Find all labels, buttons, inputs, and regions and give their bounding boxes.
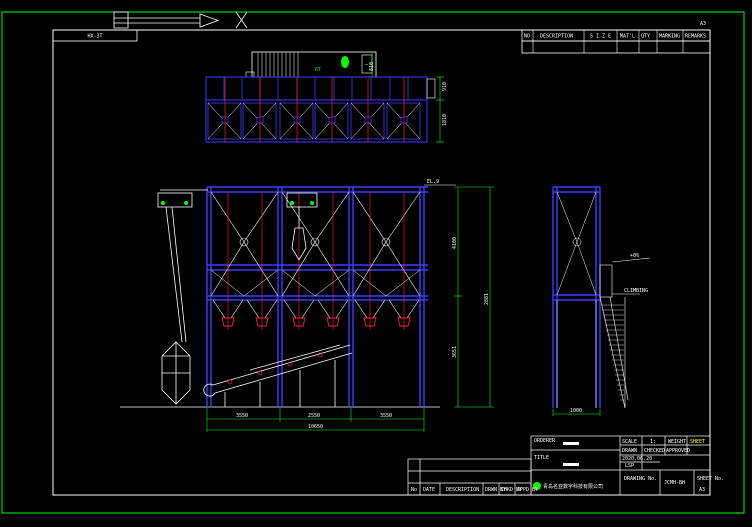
parts-col-marking: MARKING [659,34,680,40]
drawing-no-value: JCMH-BH [664,480,685,486]
bay-dim-2: 2550 [308,413,320,419]
dim-upper-height: 4100 [452,237,458,249]
drawn-label: DRAWN [622,448,637,454]
title-label: TITLE [534,455,549,461]
parts-col-no: NO [524,34,530,40]
front-view: EL.9 4100 3651 2881 3550 2550 3550 10650 [120,179,494,432]
parts-col-description: DESCRIPTION [540,34,573,40]
date-value: 2020.06.20 [622,456,652,462]
side-base-dim: 1000 [570,408,582,414]
sheet-no-value: A3 [699,487,705,493]
outer-border [1,11,745,514]
drawing-code-text: HX-3T [87,34,102,40]
scale-value: 1: [650,439,656,445]
front-top-label: EL.9 [427,179,439,185]
plan-dim-top: 910 [442,82,448,91]
company-name: 青岛名亚数字科技有限公司 [543,483,603,490]
plan-small-label: 6T [315,67,321,73]
dim-total-height: 2881 [484,293,490,305]
dim-lower-height: 3651 [452,346,458,358]
side-label-railing: +0% [630,253,639,259]
parts-list-header: NO DESCRIPTION SIZE MAT'L QTY MARKING RE… [521,29,711,54]
cad-drawing-viewport: HX-3T A3 NO DESCRIPTION SIZE MAT'L QTY M… [0,0,752,527]
drawing-canvas: HX-3T A3 NO DESCRIPTION SIZE MAT'L QTY M… [1,11,745,514]
side-label-climbing: CLIMBING [624,288,648,294]
parts-col-qty: QTY [641,34,650,40]
parts-col-remarks: REMARKS [685,34,706,40]
rev-col-date: DATE [423,487,435,493]
scale-label: SCALE [622,439,637,445]
north-arrow-marker [113,11,248,29]
sheet-no-label: SHEET No. [697,476,724,482]
rev-col-appd: APPD BY [517,487,538,493]
parts-col-material: MAT'L [620,34,635,40]
overall-width-dim: 10650 [308,424,323,430]
lsp-label: LSP [625,463,634,469]
rev-col-description: DESCRIPTION [446,487,479,493]
approved-label: APPROVED [666,448,690,454]
orderer-label: ORDERER [534,438,556,444]
plan-view: 6T — 910 1810 810 [205,51,448,143]
bay-dim-1: 3550 [236,413,248,419]
plan-dim-unit: 810 [369,62,375,71]
rev-col-no: No [411,487,417,493]
weight-label: WEIGHT [668,439,686,445]
motor-icon [341,56,349,68]
side-view: +0% CLIMBING 1000 [552,186,651,416]
drawing-no-label: DRAWING No. [624,476,657,482]
sheet-label: SHEET [690,439,705,445]
sheet-size-label: A3 [700,21,706,27]
checked-label: CHECKED [644,448,665,454]
plan-dim-lower: 1810 [442,114,448,126]
parts-col-size: SIZE [590,34,614,40]
bay-dim-3: 3550 [380,413,392,419]
